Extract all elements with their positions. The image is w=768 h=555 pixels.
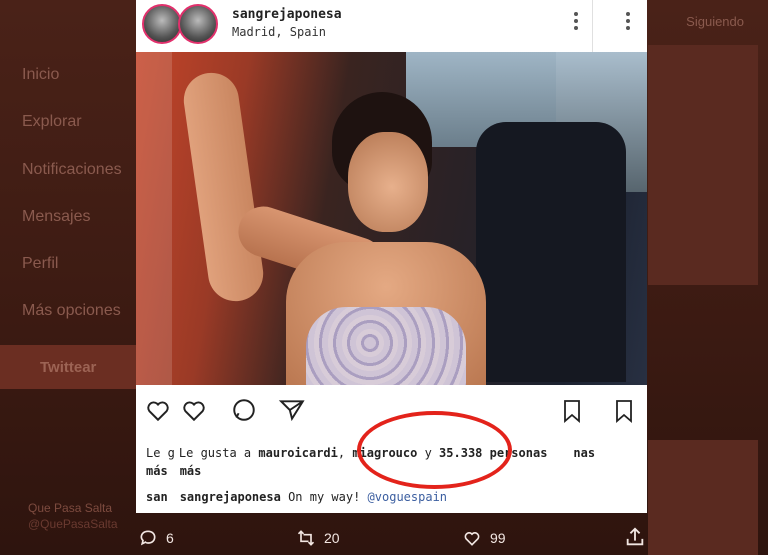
duplicate-divider	[592, 0, 593, 52]
ghost-caption-user: san	[146, 490, 168, 504]
share-button[interactable]	[624, 526, 646, 553]
likes-prefix: Le gusta a	[178, 446, 259, 460]
share-icon	[626, 527, 644, 546]
heart-icon-ghost	[147, 401, 169, 422]
retweet-button[interactable]: 20	[296, 528, 340, 548]
avatar	[178, 4, 218, 44]
sequin-dress	[306, 307, 466, 385]
more-icon-ghost	[574, 12, 578, 33]
caption-text: On my way!	[280, 490, 368, 504]
nav-profile[interactable]: Perfil	[22, 255, 58, 273]
nav-home[interactable]: Inicio	[22, 66, 59, 84]
account-name: Que Pasa Salta	[28, 501, 113, 515]
send-icon[interactable]	[278, 397, 306, 423]
nav-notifications[interactable]: Notificaciones	[22, 161, 122, 179]
likes-suffix: más	[179, 464, 202, 478]
comment-icon[interactable]	[230, 397, 258, 423]
ghost-like-right: nas	[573, 446, 596, 460]
post-caption: san sangrejaponesa On my way! @voguespain	[146, 490, 447, 504]
reply-count: 6	[166, 530, 174, 546]
post-location: Madrid, Spain	[232, 25, 326, 39]
heart-icon	[464, 532, 480, 546]
tweet-button[interactable]: Twittear	[0, 345, 150, 389]
nav-messages[interactable]: Mensajes	[22, 208, 90, 226]
post-username: sangrejaponesa	[232, 7, 342, 22]
bookmark-icon[interactable]	[612, 397, 636, 425]
avatar-ghost	[142, 4, 182, 44]
bookmark-icon-ghost	[564, 400, 580, 423]
face	[348, 132, 428, 232]
ghost-mas: más	[146, 464, 168, 478]
more-icon[interactable]	[626, 12, 630, 33]
nav-more-options[interactable]: Más opciones	[22, 302, 121, 320]
post-header: sangrejaponesa Madrid, Spain	[136, 0, 647, 52]
reply-button[interactable]: 6	[138, 528, 174, 548]
retweet-icon	[297, 530, 315, 546]
retweet-count: 20	[324, 530, 340, 546]
nav-explore[interactable]: Explorar	[22, 113, 82, 131]
instagram-screenshot[interactable]: sangrejaponesa Madrid, Spain Le g Le gust…	[136, 0, 647, 513]
reply-icon	[140, 530, 156, 546]
ghost-like-left: Le g	[146, 446, 175, 460]
duplicate-overlay	[136, 52, 172, 385]
tweet-actions: 6 20 99	[0, 522, 768, 555]
following-button[interactable]: Siguiendo	[686, 14, 744, 29]
like-count: 99	[490, 530, 506, 546]
caption-username[interactable]: sangrejaponesa	[180, 490, 281, 504]
media-thumbnail	[648, 45, 758, 285]
liker-mauroicardi[interactable]: mauroicardi	[258, 446, 337, 460]
heart-icon[interactable]	[180, 397, 208, 423]
post-photo	[136, 52, 647, 385]
like-button[interactable]: 99	[462, 528, 506, 548]
raised-arm	[180, 69, 267, 305]
caption-mention[interactable]: @voguespain	[368, 490, 447, 504]
highlight-circle	[357, 411, 512, 489]
car-seat	[476, 122, 626, 382]
